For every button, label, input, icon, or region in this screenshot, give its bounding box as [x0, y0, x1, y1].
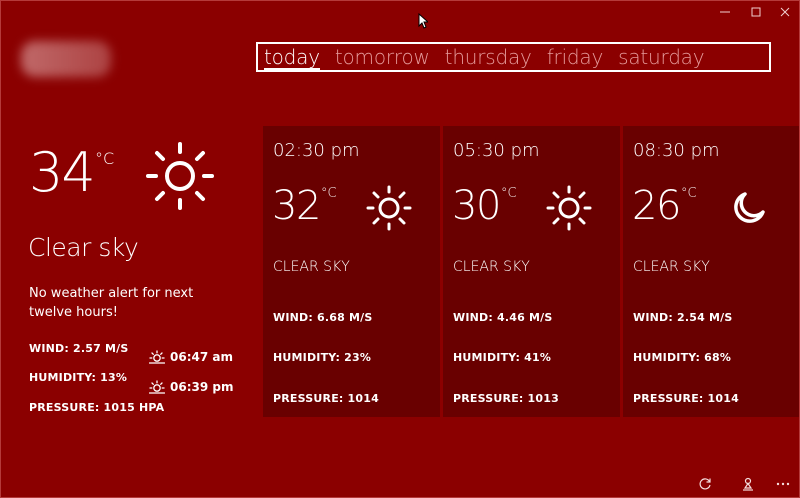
sun-icon	[546, 185, 592, 231]
sunset: 06:39 pm	[149, 380, 233, 394]
close-icon	[780, 7, 790, 17]
forecast-temperature-unit: °C	[501, 186, 517, 201]
forecast-temperature: 26	[632, 183, 681, 229]
forecast-card: 08:30 pm 26 °C CLEAR SKY WIND: 2.54 M/S …	[623, 126, 799, 417]
moon-icon	[734, 192, 765, 223]
forecast-wind: WIND: 4.46 M/S	[453, 311, 553, 324]
forecast-temperature: 30	[452, 183, 501, 229]
day-tabs: today tomorrow thursday friday saturday	[256, 42, 771, 72]
forecast-time: 02:30 pm	[273, 140, 360, 161]
forecast-card: 02:30 pm 32 °C CLEAR SKY WIND: 6.68 M/S …	[263, 126, 440, 417]
forecast-pressure: PRESSURE: 1014	[633, 392, 739, 405]
maximize-button[interactable]	[741, 3, 771, 21]
tab-thursday[interactable]: thursday	[445, 44, 532, 70]
current-pressure: PRESSURE: 1015 HPA	[29, 401, 165, 414]
tab-saturday[interactable]: saturday	[618, 44, 704, 70]
close-button[interactable]	[770, 3, 799, 21]
tab-tomorrow[interactable]: tomorrow	[335, 44, 430, 70]
more-icon	[776, 482, 790, 486]
forecast-humidity: HUMIDITY: 68%	[633, 351, 732, 364]
forecast-pressure: PRESSURE: 1014	[273, 392, 379, 405]
weather-app-window: today tomorrow thursday friday saturday …	[0, 0, 800, 498]
current-wind: WIND: 2.57 M/S	[29, 342, 129, 355]
forecast-temperature-unit: °C	[681, 186, 697, 201]
sunrise: 06:47 am	[149, 350, 233, 364]
location-button[interactable]	[738, 475, 758, 493]
weather-alert: No weather alert for next twelve hours!	[29, 286, 194, 320]
forecast-summary: CLEAR SKY	[453, 259, 530, 275]
sunset-icon	[149, 380, 165, 394]
location-name-blurred	[21, 41, 111, 77]
current-temperature: 34	[29, 141, 96, 204]
forecast-humidity: HUMIDITY: 41%	[453, 351, 552, 364]
forecast-time: 05:30 pm	[453, 140, 540, 161]
sun-icon	[366, 185, 412, 231]
maximize-icon	[751, 7, 761, 17]
minimize-icon	[720, 11, 730, 13]
refresh-button[interactable]	[695, 475, 715, 493]
sunset-time: 06:39 pm	[170, 380, 234, 394]
forecast-humidity: HUMIDITY: 23%	[273, 351, 372, 364]
refresh-icon	[699, 478, 711, 490]
forecast-pressure: PRESSURE: 1013	[453, 392, 559, 405]
sun-icon	[146, 142, 214, 210]
minimize-button[interactable]	[710, 3, 740, 21]
tab-friday[interactable]: friday	[547, 44, 604, 70]
forecast-temperature: 32	[272, 183, 321, 229]
sunrise-time: 06:47 am	[170, 350, 233, 364]
forecast-wind: WIND: 2.54 M/S	[633, 311, 733, 324]
more-button[interactable]	[773, 475, 793, 493]
forecast-summary: CLEAR SKY	[273, 259, 350, 275]
location-pin-icon	[743, 477, 753, 491]
forecast-wind: WIND: 6.68 M/S	[273, 311, 373, 324]
current-humidity: HUMIDITY: 13%	[29, 371, 128, 384]
current-summary: Clear sky	[28, 233, 139, 262]
forecast-time: 08:30 pm	[633, 140, 720, 161]
sunrise-icon	[149, 350, 165, 364]
forecast-card: 05:30 pm 30 °C CLEAR SKY WIND: 4.46 M/S …	[443, 126, 620, 417]
mouse-cursor-icon	[418, 13, 428, 29]
forecast-temperature-unit: °C	[321, 186, 337, 201]
current-temperature-unit: °C	[95, 149, 115, 168]
tab-today[interactable]: today	[264, 44, 320, 70]
forecast-summary: CLEAR SKY	[633, 259, 710, 275]
